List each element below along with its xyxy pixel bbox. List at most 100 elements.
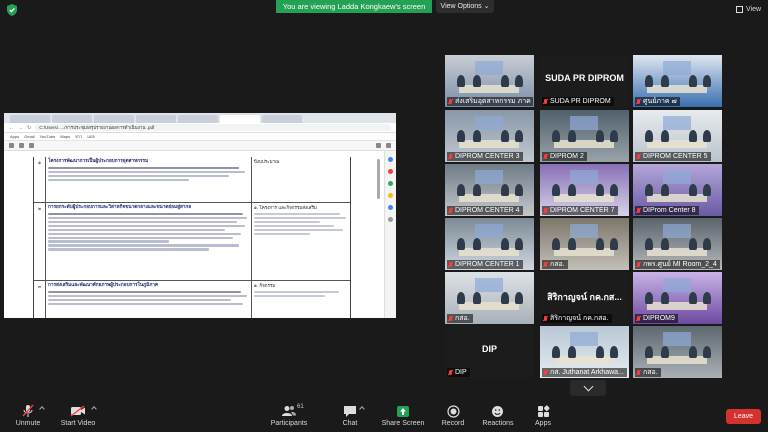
participant-tile[interactable]: DIPROM CENTER 1	[445, 218, 534, 270]
participant-tile[interactable]: DIPROM CENTER 4	[445, 164, 534, 216]
viewing-screen-banner: You are viewing Ladda Kongkaew's screen	[276, 0, 432, 13]
row-description: โครงการพัฒนาการเป็นผู้ประกอบการอุตสาหกรร…	[46, 157, 252, 202]
unmute-button[interactable]: Unmute	[0, 404, 56, 427]
bookmark[interactable]: แปล	[87, 133, 95, 140]
person	[501, 184, 509, 196]
bookmark[interactable]: Gmail	[24, 134, 34, 139]
rotate-icon[interactable]	[29, 143, 34, 148]
participant-display-name: สิริกาญจน์ กค.กส...	[547, 292, 622, 302]
participant-tile[interactable]: กพร.ศูนย์ MI Room_2_4	[633, 218, 722, 270]
person	[596, 184, 604, 196]
row-note: ๑. กิจกรรม	[252, 281, 350, 318]
participant-tile[interactable]: กสอ.	[540, 218, 629, 270]
menu-icon[interactable]	[9, 143, 14, 148]
browser-tab[interactable]	[262, 115, 302, 123]
browser-tab[interactable]	[178, 115, 218, 123]
participant-tile[interactable]: สิริกาญจน์ กค.กส... สิริกาญจน์ กค.กสอ.	[540, 272, 629, 324]
browser-tab[interactable]	[94, 115, 134, 123]
participant-name-tag: DIPROM9	[635, 314, 678, 323]
search-icon[interactable]	[388, 157, 393, 162]
row-number: ๓	[34, 281, 46, 318]
plus-icon[interactable]	[388, 217, 393, 222]
participant-tile[interactable]: ศูนย์ภาค ๗	[633, 55, 722, 107]
person	[473, 130, 481, 142]
person	[501, 75, 509, 87]
security-shield-icon[interactable]	[5, 3, 19, 17]
bookmark[interactable]: Maps	[60, 134, 70, 139]
person	[703, 130, 711, 142]
person	[689, 238, 697, 250]
view-button[interactable]: View	[736, 6, 761, 13]
person	[457, 75, 465, 87]
view-options-button[interactable]: View Options ⌄	[436, 0, 494, 13]
apps-button[interactable]: Apps	[515, 404, 571, 427]
chevron-up-icon[interactable]	[91, 406, 97, 412]
browser-tab[interactable]	[136, 115, 176, 123]
participant-name: DIPROM CENTER 3	[455, 153, 520, 160]
table-row: ๓ การส่งเสริมและพัฒนาศักยภาพผู้ประกอบการ…	[34, 281, 350, 318]
record-label: Record	[441, 420, 465, 427]
participant-tile[interactable]: SUDA PR DIPROM SUDA PR DIPROM	[540, 55, 629, 107]
person	[645, 184, 653, 196]
person	[596, 130, 604, 142]
app-icon[interactable]	[388, 169, 393, 174]
participant-tile[interactable]: กสอ.	[445, 272, 534, 324]
view-button-label: View	[746, 6, 762, 13]
chevron-up-icon[interactable]	[39, 406, 45, 412]
participants-button[interactable]: 61 Participants	[261, 404, 317, 427]
bookmark[interactable]: YouTube	[40, 134, 56, 139]
person	[689, 346, 697, 358]
browser-tab-active[interactable]	[220, 115, 260, 123]
participant-tile[interactable]: กสอ.	[633, 326, 722, 378]
participant-tile[interactable]: DIPROM 2	[540, 110, 629, 162]
meeting-toolbar: Unmute Start Video 61 Participants Chat …	[0, 402, 768, 432]
start-video-button[interactable]: Start Video	[50, 404, 106, 427]
participant-tile[interactable]: DIP DIP	[445, 326, 534, 378]
chevron-up-icon[interactable]	[359, 406, 365, 412]
person	[703, 346, 711, 358]
download-icon[interactable]	[376, 143, 381, 148]
person	[501, 238, 509, 250]
reload-icon[interactable]: ↻	[27, 125, 31, 131]
app-icon[interactable]	[388, 193, 393, 198]
participant-tile[interactable]: DIProm Center 8	[633, 164, 722, 216]
room-screen	[475, 278, 503, 292]
person	[610, 238, 618, 250]
app-icon[interactable]	[388, 205, 393, 210]
back-icon[interactable]: ←	[9, 125, 14, 131]
participant-tile[interactable]: ส่งเสริมอุตสาหกรรม ภาค ๓	[445, 55, 534, 107]
participant-tile[interactable]: DIPROM CENTER 3	[445, 110, 534, 162]
participant-name: DIPROM CENTER 5	[643, 153, 708, 160]
app-icon[interactable]	[388, 181, 393, 186]
leave-button[interactable]: Leave	[726, 409, 761, 424]
browser-tab[interactable]	[52, 115, 92, 123]
participants-label: Participants	[270, 420, 308, 427]
zoom-icon[interactable]	[19, 143, 24, 148]
apps-icon	[537, 404, 550, 417]
next-page-button[interactable]	[570, 380, 606, 396]
url-field[interactable]: C:/Users/...../การประชุม/สรุปรายงานผลการ…	[35, 124, 391, 131]
participant-name-tag: กสอ.	[447, 314, 473, 323]
person	[552, 130, 560, 142]
bookmark[interactable]: ข่าว	[75, 133, 82, 140]
participant-name-tag: DIPROM CENTER 4	[447, 206, 523, 215]
participant-name-tag: DIProm Center 8	[635, 206, 699, 215]
browser-tab[interactable]	[10, 115, 50, 123]
bookmark[interactable]: Apps	[10, 134, 19, 139]
document-scrollbar[interactable]	[377, 159, 380, 199]
zoom-meeting-window: You are viewing Ladda Kongkaew's screen …	[0, 0, 768, 432]
print-icon[interactable]	[386, 143, 391, 148]
shared-screen[interactable]: ← → ↻ C:/Users/...../การประชุม/สรุปรายงา…	[4, 113, 396, 318]
forward-icon[interactable]: →	[18, 125, 23, 131]
participant-name: DIPROM 2	[550, 153, 584, 160]
person	[661, 75, 669, 87]
person	[473, 184, 481, 196]
participant-tile[interactable]: กส. Juthanat Arkhawa...	[540, 326, 629, 378]
record-icon	[446, 404, 460, 418]
participant-tile[interactable]: DIPROM9	[633, 272, 722, 324]
browser-address-bar: ← → ↻ C:/Users/...../การประชุม/สรุปรายงา…	[4, 123, 396, 133]
share-screen-button[interactable]: Share Screen	[375, 404, 431, 427]
chat-button[interactable]: Chat	[322, 404, 378, 427]
participant-tile[interactable]: DIPROM CENTER 5	[633, 110, 722, 162]
participant-tile[interactable]: DIPROM CENTER 7	[540, 164, 629, 216]
